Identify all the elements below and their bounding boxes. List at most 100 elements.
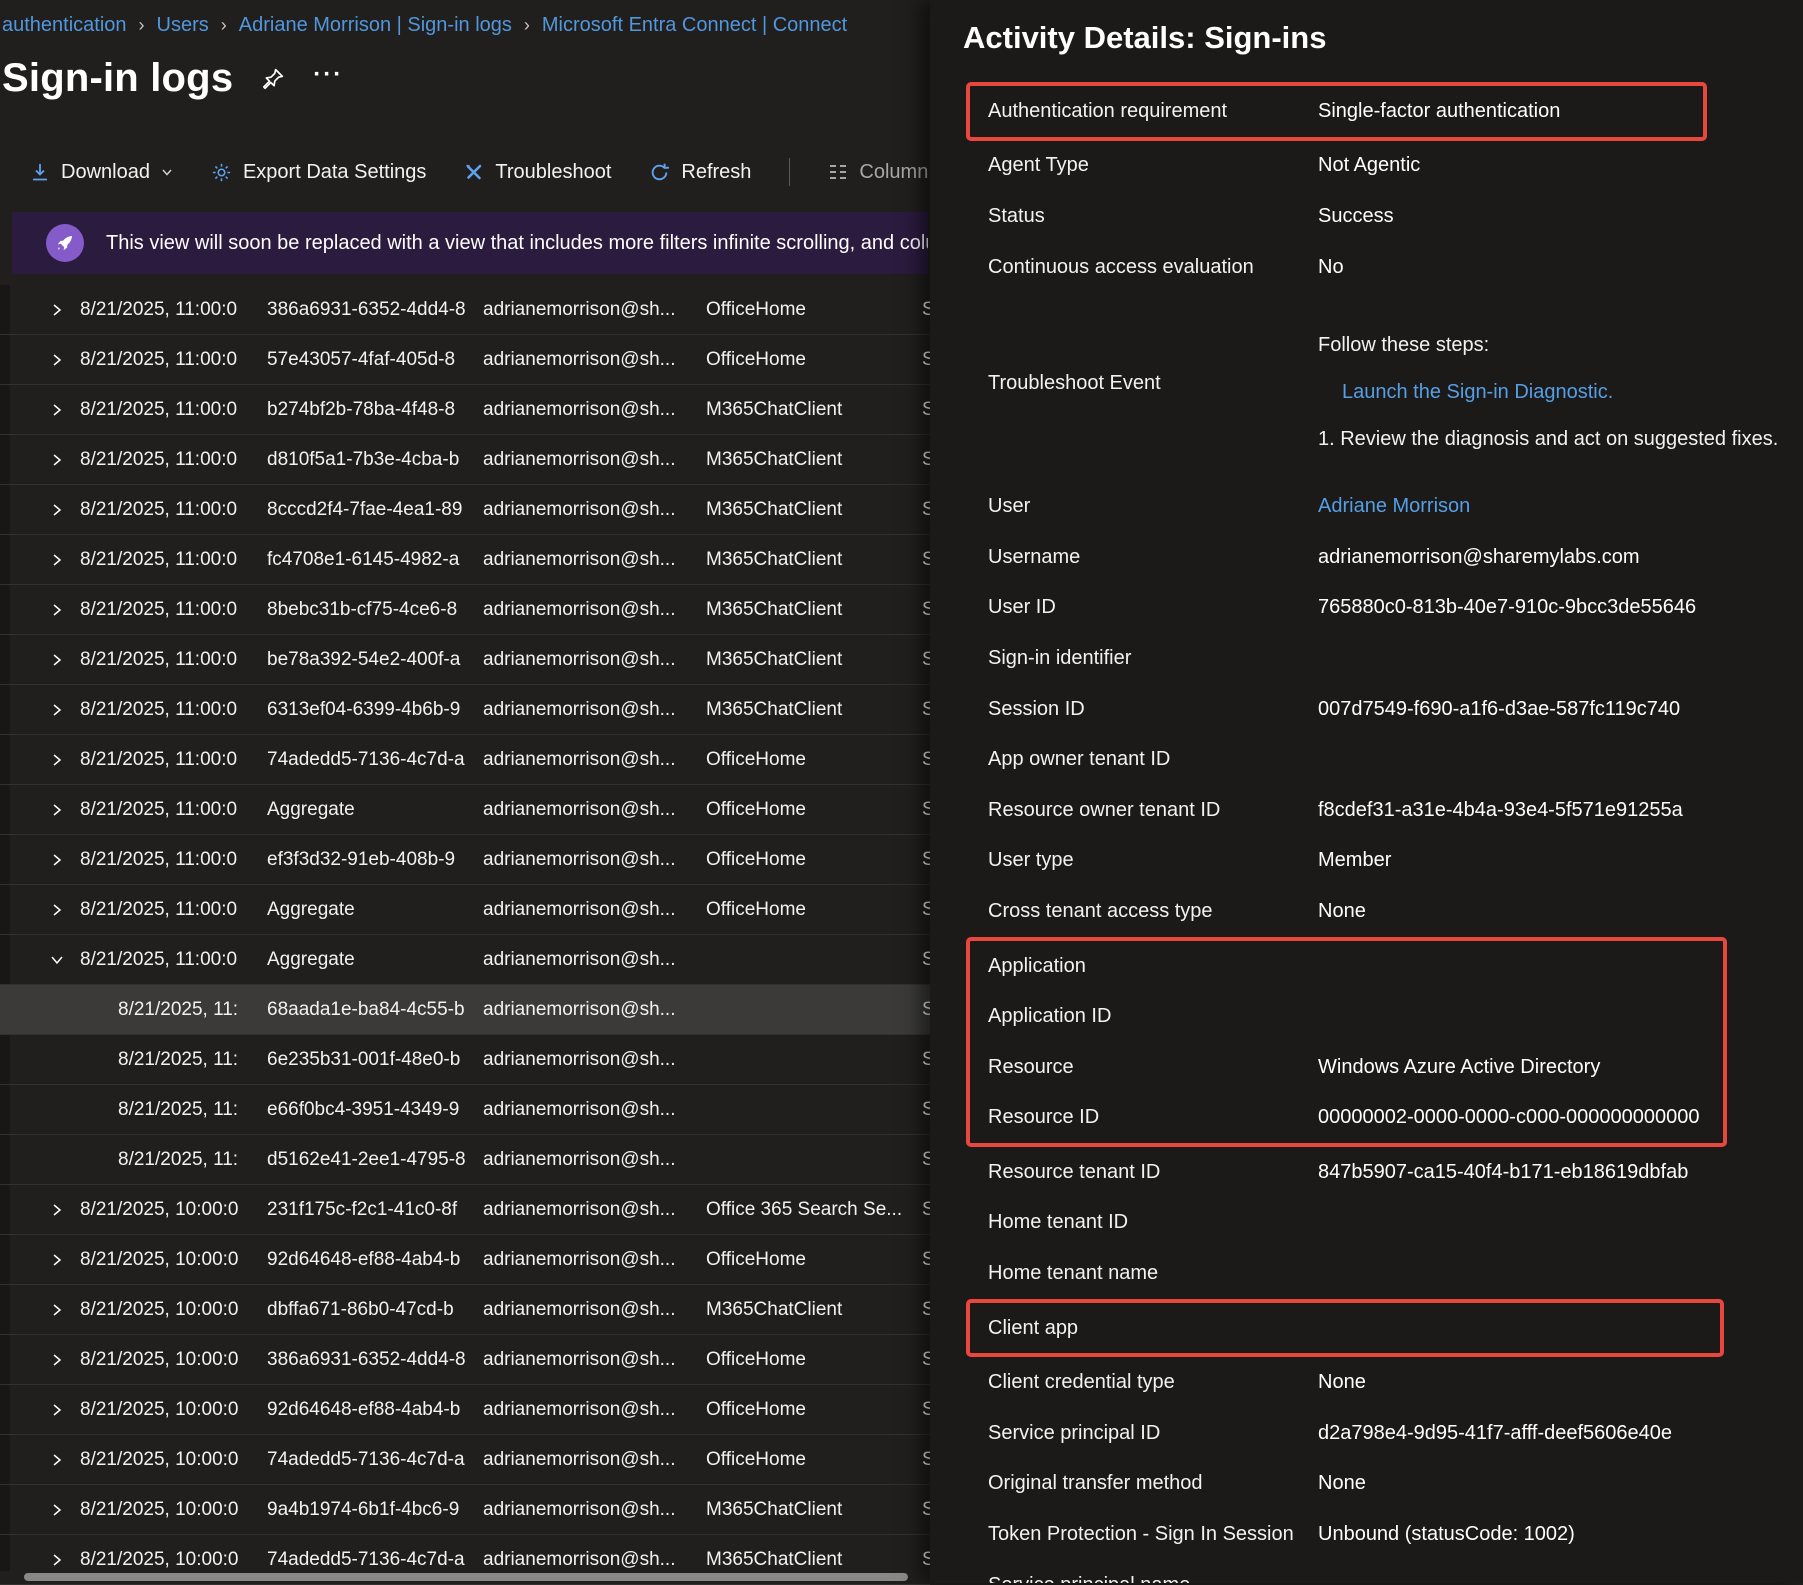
cell-application: OfficeHome xyxy=(706,899,922,921)
cell-date: 8/21/2025, 11:00:0 xyxy=(80,549,267,571)
detail-field: Client credential typeNone xyxy=(988,1357,1803,1408)
row-expand-chevron-icon[interactable] xyxy=(50,653,80,667)
detail-field-label: Authentication requirement xyxy=(988,100,1318,123)
table-row[interactable]: 8/21/2025, 10:00:074adedd5-7136-4c7d-aad… xyxy=(0,1435,930,1485)
refresh-button[interactable]: Refresh xyxy=(649,161,751,184)
table-row[interactable]: 8/21/2025, 11:00:06313ef04-6399-4b6b-9ad… xyxy=(0,685,930,735)
table-row[interactable]: 8/21/2025, 10:00:092d64648-ef88-4ab4-bad… xyxy=(0,1385,930,1435)
breadcrumb-separator: › xyxy=(524,15,530,35)
table-row[interactable]: 8/21/2025, 11:00:0Aggregateadrianemorris… xyxy=(0,785,930,835)
row-expand-chevron-icon[interactable] xyxy=(50,1253,80,1267)
row-expand-chevron-icon[interactable] xyxy=(50,903,80,917)
table-row[interactable]: 8/21/2025, 11:00:08bebc31b-cf75-4ce6-8ad… xyxy=(0,585,930,635)
row-expand-chevron-icon[interactable] xyxy=(50,703,80,717)
table-row[interactable]: 8/21/2025, 11:00:0Aggregateadrianemorris… xyxy=(0,935,930,985)
breadcrumb-item[interactable]: Microsoft Entra Connect | Connect xyxy=(542,14,847,36)
detail-field: Usernameadrianemorrison@sharemylabs.com xyxy=(988,532,1803,583)
cell-date: 8/21/2025, 10:00:0 xyxy=(80,1199,267,1221)
row-expand-chevron-icon[interactable] xyxy=(50,1553,80,1567)
troubleshoot-step: 1. Review the diagnosis and act on sugge… xyxy=(1318,416,1778,463)
row-expand-chevron-icon[interactable] xyxy=(50,1453,80,1467)
detail-field-label: Cross tenant access type xyxy=(988,900,1318,923)
row-expand-chevron-icon[interactable] xyxy=(50,303,80,317)
table-row[interactable]: 8/21/2025, 11:6e235b31-001f-48e0-badrian… xyxy=(0,1035,930,1085)
cell-request-id: 57e43057-4faf-405d-8 xyxy=(267,349,483,371)
table-row[interactable]: 8/21/2025, 10:00:0231f175c-f2c1-41c0-8fa… xyxy=(0,1185,930,1235)
troubleshoot-intro: Follow these steps: xyxy=(1318,322,1778,369)
table-row[interactable]: 8/21/2025, 10:00:0dbffa671-86b0-47cd-bad… xyxy=(0,1285,930,1335)
row-expand-chevron-icon[interactable] xyxy=(50,1403,80,1417)
row-expand-chevron-icon[interactable] xyxy=(50,1203,80,1217)
table-row[interactable]: 8/21/2025, 11:00:0d810f5a1-7b3e-4cba-bad… xyxy=(0,435,930,485)
export-data-settings-button[interactable]: Export Data Settings xyxy=(211,161,426,184)
horizontal-scrollbar[interactable] xyxy=(24,1573,908,1581)
row-collapse-chevron-icon[interactable] xyxy=(50,953,80,967)
cell-date: 8/21/2025, 10:00:0 xyxy=(80,1549,267,1571)
breadcrumb-item[interactable]: authentication xyxy=(2,14,127,36)
download-icon xyxy=(30,162,50,182)
pin-icon[interactable] xyxy=(261,67,285,91)
cell-application: Office 365 Search Se... xyxy=(706,1199,922,1221)
cell-date: 8/21/2025, 11:00:0 xyxy=(80,449,267,471)
row-expand-chevron-icon[interactable] xyxy=(50,803,80,817)
cell-user: adrianemorrison@sh... xyxy=(483,1399,706,1421)
row-expand-chevron-icon[interactable] xyxy=(50,1303,80,1317)
columns-label: Columns xyxy=(859,161,928,184)
table-row[interactable]: 8/21/2025, 11:00:0386a6931-6352-4dd4-8ad… xyxy=(0,285,930,335)
detail-field-label: Agent Type xyxy=(988,154,1318,177)
row-expand-chevron-icon[interactable] xyxy=(50,1503,80,1517)
breadcrumb-item[interactable]: Adriane Morrison | Sign-in logs xyxy=(239,14,512,36)
detail-field-value: Success xyxy=(1318,205,1803,228)
signin-diagnostic-link[interactable]: Launch the Sign-in Diagnostic. xyxy=(1318,369,1778,416)
cell-application: OfficeHome xyxy=(706,849,922,871)
detail-field-label: Resource ID xyxy=(988,1106,1318,1129)
table-row[interactable]: 8/21/2025, 11:00:074adedd5-7136-4c7d-aad… xyxy=(0,735,930,785)
table-row[interactable]: 8/21/2025, 11:68aada1e-ba84-4c55-badrian… xyxy=(0,985,930,1035)
columns-icon xyxy=(828,163,848,181)
table-row[interactable]: 8/21/2025, 11:00:0Aggregateadrianemorris… xyxy=(0,885,930,935)
table-row[interactable]: 8/21/2025, 11:00:0ef3f3d32-91eb-408b-9ad… xyxy=(0,835,930,885)
rocket-icon xyxy=(46,224,84,262)
table-row[interactable]: 8/21/2025, 11:d5162e41-2ee1-4795-8adrian… xyxy=(0,1135,930,1185)
table-row[interactable]: 8/21/2025, 11:00:0fc4708e1-6145-4982-aad… xyxy=(0,535,930,585)
row-expand-chevron-icon[interactable] xyxy=(50,603,80,617)
table-row[interactable]: 8/21/2025, 11:00:057e43057-4faf-405d-8ad… xyxy=(0,335,930,385)
row-expand-chevron-icon[interactable] xyxy=(50,453,80,467)
table-row[interactable]: 8/21/2025, 10:00:0386a6931-6352-4dd4-8ad… xyxy=(0,1335,930,1385)
troubleshoot-button[interactable]: Troubleshoot xyxy=(464,161,611,184)
row-expand-chevron-icon[interactable] xyxy=(50,353,80,367)
table-row[interactable]: 8/21/2025, 11:00:0b274bf2b-78ba-4f48-8ad… xyxy=(0,385,930,435)
detail-field-label: Sign-in identifier xyxy=(988,647,1318,670)
detail-field: Service principal name xyxy=(988,1560,1803,1583)
cell-request-id: fc4708e1-6145-4982-a xyxy=(267,549,483,571)
detail-field-value: adrianemorrison@sharemylabs.com xyxy=(1318,546,1803,569)
detail-field-label: Username xyxy=(988,546,1318,569)
detail-field-value: 765880c0-813b-40e7-910c-9bcc3de55646 xyxy=(1318,596,1803,619)
cell-date: 8/21/2025, 11: xyxy=(80,1049,267,1071)
highlight-box: Client app xyxy=(966,1299,1724,1358)
row-expand-chevron-icon[interactable] xyxy=(50,853,80,867)
table-row[interactable]: 8/21/2025, 10:00:09a4b1974-6b1f-4bc6-9ad… xyxy=(0,1485,930,1535)
detail-field: UserAdriane Morrison xyxy=(988,481,1803,532)
table-row[interactable]: 8/21/2025, 11:00:08cccd2f4-7fae-4ea1-89a… xyxy=(0,485,930,535)
columns-button[interactable]: Columns xyxy=(828,161,928,184)
detail-field-value: Unbound (statusCode: 1002) xyxy=(1318,1523,1803,1546)
table-row[interactable]: 8/21/2025, 10:00:092d64648-ef88-4ab4-bad… xyxy=(0,1235,930,1285)
row-expand-chevron-icon[interactable] xyxy=(50,503,80,517)
detail-field-value-link[interactable]: Adriane Morrison xyxy=(1318,495,1803,518)
row-expand-chevron-icon[interactable] xyxy=(50,1353,80,1367)
more-options-icon[interactable]: ··· xyxy=(313,61,343,89)
cell-date: 8/21/2025, 10:00:0 xyxy=(80,1449,267,1471)
detail-field: Resource owner tenant IDf8cdef31-a31e-4b… xyxy=(988,785,1803,836)
breadcrumb-item[interactable]: Users xyxy=(157,14,209,36)
download-button[interactable]: Download xyxy=(30,161,173,184)
cell-request-id: 6e235b31-001f-48e0-b xyxy=(267,1049,483,1071)
row-expand-chevron-icon[interactable] xyxy=(50,553,80,567)
table-row[interactable]: 8/21/2025, 11:e66f0bc4-3951-4349-9adrian… xyxy=(0,1085,930,1135)
row-expand-chevron-icon[interactable] xyxy=(50,403,80,417)
table-row[interactable]: 8/21/2025, 11:00:0be78a392-54e2-400f-aad… xyxy=(0,635,930,685)
row-expand-chevron-icon[interactable] xyxy=(50,753,80,767)
cell-application: OfficeHome xyxy=(706,1399,922,1421)
cell-user: adrianemorrison@sh... xyxy=(483,299,706,321)
detail-field-label: User type xyxy=(988,849,1318,872)
